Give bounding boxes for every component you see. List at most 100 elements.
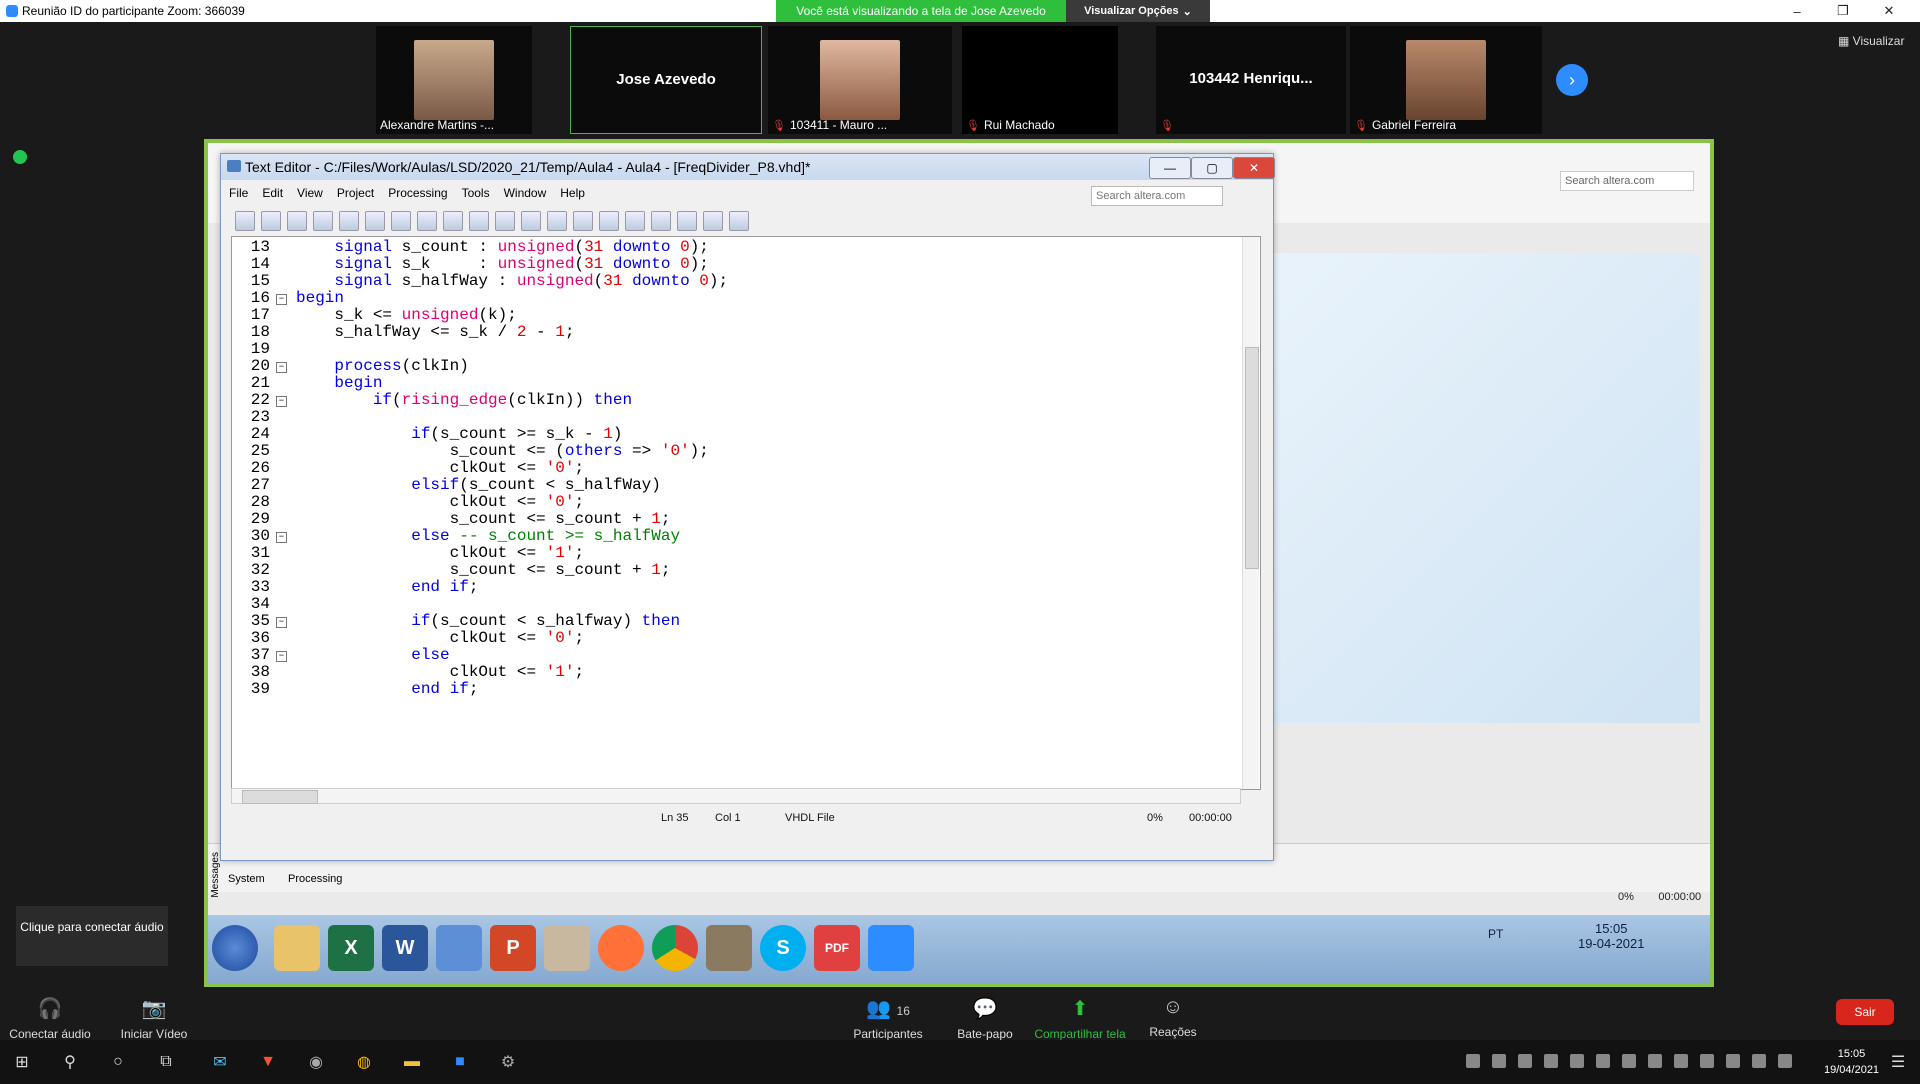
chat-button[interactable]: 💬 Bate-papo bbox=[950, 996, 1020, 1041]
search-icon[interactable]: ⚲ bbox=[56, 1048, 84, 1076]
windows-clock[interactable]: 15:05 19/04/2021 bbox=[1824, 1046, 1879, 1078]
replace-icon[interactable] bbox=[287, 211, 307, 231]
code-editor[interactable]: 13 signal s_count : unsigned(31 downto 0… bbox=[231, 236, 1261, 790]
tray-icon[interactable] bbox=[1622, 1054, 1636, 1068]
zoom-app-icon[interactable] bbox=[868, 925, 914, 971]
file-explorer-icon[interactable]: ▬ bbox=[398, 1048, 426, 1076]
chrome-taskbar-icon[interactable]: ◍ bbox=[350, 1048, 378, 1076]
arrow-icon[interactable] bbox=[651, 211, 671, 231]
tab-processing[interactable]: Processing bbox=[288, 873, 342, 885]
bookmark-next-icon[interactable] bbox=[417, 211, 437, 231]
tray-icon[interactable] bbox=[1596, 1054, 1610, 1068]
menu-tools[interactable]: Tools bbox=[462, 186, 490, 200]
remote-clock[interactable]: 15:05 19-04-2021 bbox=[1578, 921, 1645, 951]
skype-icon[interactable]: S bbox=[760, 925, 806, 971]
volume-icon[interactable] bbox=[1752, 1054, 1766, 1068]
tray-icon[interactable] bbox=[1700, 1054, 1714, 1068]
fold-toggle-icon[interactable]: − bbox=[276, 617, 287, 628]
shield-icon[interactable] bbox=[13, 150, 27, 164]
participant-tile[interactable]: 103442 Henriqu... 🎙 bbox=[1156, 26, 1346, 134]
tray-icon[interactable] bbox=[1570, 1054, 1584, 1068]
participants-button[interactable]: 👥 16 Participantes bbox=[844, 996, 932, 1041]
bookmark-prev-icon[interactable] bbox=[443, 211, 463, 231]
notifications-icon[interactable]: ☰ bbox=[1884, 1048, 1912, 1076]
tray-icon[interactable] bbox=[1492, 1054, 1506, 1068]
editor-maximize-icon[interactable]: ▢ bbox=[1191, 157, 1233, 179]
editor-close-icon[interactable]: ✕ bbox=[1233, 157, 1275, 179]
code-line[interactable]: s_count <= s_count + 1; bbox=[296, 511, 671, 528]
zoom-taskbar-icon[interactable]: ■ bbox=[446, 1048, 474, 1076]
remote-desktop-icon[interactable]: ⚙ bbox=[494, 1048, 522, 1076]
code-line[interactable]: if(s_count >= s_k - 1) bbox=[296, 426, 622, 443]
code-line[interactable]: else -- s_count >= s_halfWay bbox=[296, 528, 680, 545]
discord-icon[interactable]: ◉ bbox=[302, 1048, 330, 1076]
fold-toggle-icon[interactable]: − bbox=[276, 294, 287, 305]
connect-audio-button[interactable]: 🎧 Conectar áudio bbox=[8, 996, 92, 1041]
vertical-scrollbar[interactable] bbox=[1242, 237, 1259, 789]
outdent-icon[interactable] bbox=[365, 211, 385, 231]
fold-toggle-icon[interactable]: − bbox=[276, 532, 287, 543]
minimize-icon[interactable]: – bbox=[1774, 0, 1820, 22]
tool-icon[interactable] bbox=[706, 925, 752, 971]
search-input[interactable]: Search altera.com bbox=[1091, 186, 1223, 206]
firefox-icon[interactable] bbox=[598, 925, 644, 971]
editor-minimize-icon[interactable]: — bbox=[1149, 157, 1191, 179]
paint-icon[interactable] bbox=[544, 925, 590, 971]
code-line[interactable]: if(s_count < s_halfway) then bbox=[296, 613, 680, 630]
code-line[interactable]: end if; bbox=[296, 579, 478, 596]
menu-project[interactable]: Project bbox=[337, 186, 374, 200]
window-icon[interactable] bbox=[677, 211, 697, 231]
code-line[interactable]: clkOut <= '0'; bbox=[296, 630, 584, 647]
folder-icon[interactable] bbox=[274, 925, 320, 971]
fold-toggle-icon[interactable]: − bbox=[276, 362, 287, 373]
menu-window[interactable]: Window bbox=[504, 186, 547, 200]
start-orb-icon[interactable] bbox=[212, 925, 258, 971]
code-line[interactable]: begin bbox=[296, 375, 382, 392]
code-line[interactable]: else bbox=[296, 647, 449, 664]
code-line[interactable]: begin bbox=[296, 290, 344, 307]
indent-icon[interactable] bbox=[339, 211, 359, 231]
mic-icon[interactable] bbox=[1778, 1054, 1792, 1068]
mail-icon[interactable]: ✉ bbox=[206, 1048, 234, 1076]
insert-template-icon[interactable] bbox=[495, 211, 515, 231]
code-line[interactable]: clkOut <= '0'; bbox=[296, 494, 584, 511]
participant-tile[interactable]: 🎙 Rui Machado bbox=[962, 26, 1118, 134]
line-numbers-icon[interactable] bbox=[573, 211, 593, 231]
wifi-icon[interactable] bbox=[1726, 1054, 1740, 1068]
cortana-icon[interactable]: ○ bbox=[104, 1048, 132, 1076]
task-view-icon[interactable]: ⧉ bbox=[152, 1048, 180, 1076]
find-icon[interactable] bbox=[261, 211, 281, 231]
code-line[interactable]: signal s_halfWay : unsigned(31 downto 0)… bbox=[296, 273, 728, 290]
bookmark-clear-icon[interactable] bbox=[469, 211, 489, 231]
code-line[interactable]: s_count <= (others => '0'); bbox=[296, 443, 709, 460]
share-screen-button[interactable]: ⬆ Compartilhar tela bbox=[1030, 996, 1130, 1041]
word-icon[interactable]: W bbox=[382, 925, 428, 971]
tray-icon[interactable] bbox=[1674, 1054, 1688, 1068]
chrome-icon[interactable] bbox=[652, 925, 698, 971]
participant-tile[interactable]: 🎙 103411 - Mauro ... bbox=[768, 26, 952, 134]
powerpoint-icon[interactable]: P bbox=[490, 925, 536, 971]
code-line[interactable]: signal s_count : unsigned(31 downto 0); bbox=[296, 239, 709, 256]
start-video-button[interactable]: 📷 Iniciar Vídeo bbox=[112, 996, 196, 1041]
goto-icon[interactable] bbox=[313, 211, 333, 231]
fold-toggle-icon[interactable]: − bbox=[276, 396, 287, 407]
close-icon[interactable]: ✕ bbox=[1866, 0, 1912, 22]
split-view-icon[interactable] bbox=[625, 211, 645, 231]
view-options-button[interactable]: Visualizar Opções ⌄ bbox=[1066, 0, 1210, 22]
language-indicator[interactable]: PT bbox=[1488, 927, 1503, 941]
uncomment-icon[interactable] bbox=[547, 211, 567, 231]
tile-icon[interactable] bbox=[703, 211, 723, 231]
background-search-input[interactable]: Search altera.com bbox=[1560, 171, 1694, 191]
code-line[interactable]: s_halfWay <= s_k / 2 - 1; bbox=[296, 324, 574, 341]
code-line[interactable]: if(rising_edge(clkIn)) then bbox=[296, 392, 632, 409]
horizontal-scrollbar[interactable] bbox=[231, 788, 1241, 804]
tab-system[interactable]: System bbox=[228, 873, 265, 885]
participant-tile[interactable]: 🎙 Gabriel Ferreira bbox=[1350, 26, 1542, 134]
view-button[interactable]: ▦ Visualizar bbox=[1838, 34, 1904, 48]
code-line[interactable]: clkOut <= '1'; bbox=[296, 664, 584, 681]
horizontal-scroll-thumb[interactable] bbox=[242, 790, 318, 804]
code-line[interactable]: s_k <= unsigned(k); bbox=[296, 307, 516, 324]
bookmark-icon[interactable] bbox=[391, 211, 411, 231]
code-line[interactable]: process(clkIn) bbox=[296, 358, 468, 375]
leave-button[interactable]: Sair bbox=[1836, 999, 1894, 1025]
